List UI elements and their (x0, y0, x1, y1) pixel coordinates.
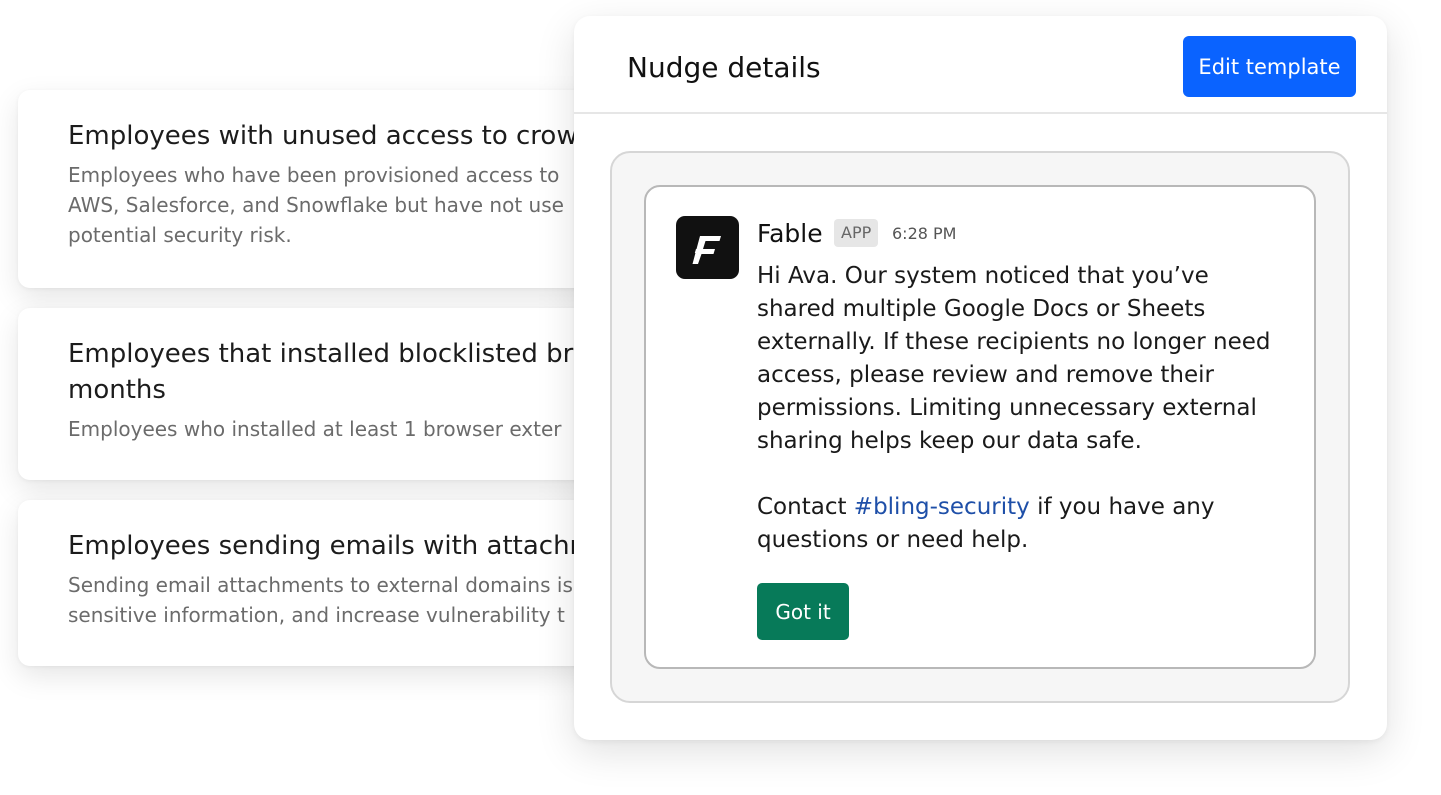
message-card: Fable APP 6:28 PM Hi Ava. Our system not… (644, 185, 1316, 669)
policy-description: Employees who have been provisioned acce… (68, 163, 564, 247)
policy-title: Employees sending emails with attachr (68, 531, 581, 561)
message-timestamp: 6:28 PM (892, 224, 957, 243)
policy-description: Employees who installed at least 1 brows… (68, 417, 562, 441)
edit-template-button[interactable]: Edit template (1183, 36, 1356, 97)
panel-header: Nudge details Edit template (574, 16, 1387, 114)
app-badge: APP (834, 219, 879, 247)
policy-description: Sending email attachments to external do… (68, 573, 573, 627)
contact-prefix: Contact (757, 494, 854, 520)
message-body: Hi Ava. Our system noticed that you’ve s… (757, 263, 1271, 553)
fable-logo-icon (676, 216, 739, 279)
policy-card-email-attachments[interactable]: Employees sending emails with attachr Se… (18, 500, 638, 666)
policy-card-blocklisted-extensions[interactable]: Employees that installed blocklisted br … (18, 308, 638, 480)
policy-title: Employees with unused access to crow (68, 121, 578, 151)
panel-title: Nudge details (627, 51, 821, 84)
nudge-details-panel: Nudge details Edit template Fable APP 6:… (574, 16, 1387, 740)
policy-card-unused-access[interactable]: Employees with unused access to crow Emp… (18, 90, 638, 288)
channel-link[interactable]: #bling-security (854, 494, 1030, 520)
sender-name: Fable (757, 219, 823, 248)
contact-suffix: if you have any (1029, 494, 1215, 520)
got-it-button[interactable]: Got it (757, 583, 849, 640)
policy-title: Employees that installed blocklisted br … (68, 339, 574, 405)
